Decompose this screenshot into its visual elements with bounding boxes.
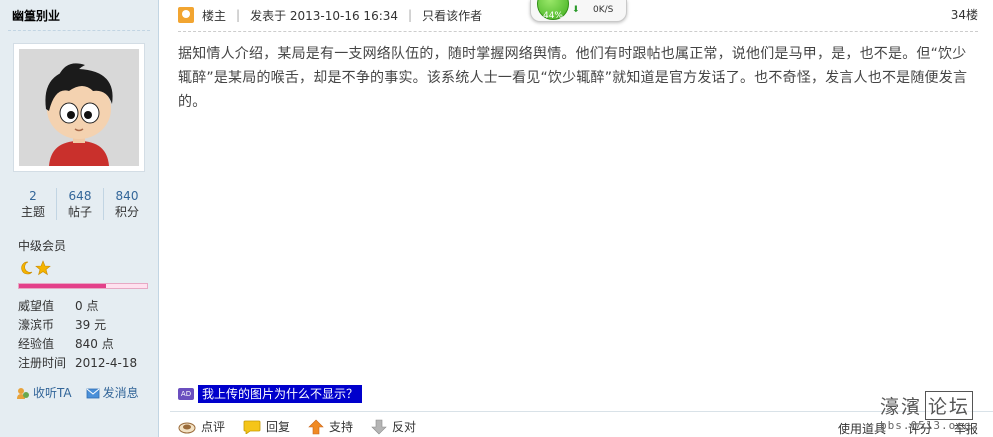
- down-arrow-icon: [371, 419, 387, 434]
- message-label: 发消息: [102, 386, 139, 400]
- info-key: 经验值: [18, 337, 55, 351]
- stat-posts[interactable]: 648 帖子: [57, 188, 104, 220]
- oppose-label: 反对: [392, 420, 417, 434]
- stat-topics-value: 2: [29, 189, 37, 203]
- floor-number[interactable]: 34楼: [951, 5, 978, 25]
- watermark-url: bbs.0513.org: [880, 419, 972, 432]
- avatar[interactable]: [13, 43, 145, 172]
- follow-icon: [17, 387, 29, 399]
- network-monitor-widget[interactable]: 44% ⬇ 0K/S: [530, 0, 627, 22]
- info-row: 威望值 0 点: [18, 297, 137, 316]
- author-sidebar: 幽篁别业 2 主题 648 帖子 840 积分 中级会员 威望值 0 点 濠滨币…: [0, 0, 159, 437]
- avatar-image: [19, 49, 139, 166]
- download-arrow-icon: ⬇: [572, 5, 580, 15]
- watermark-boxed: 论坛: [925, 391, 974, 420]
- divider: [8, 30, 150, 31]
- stat-posts-label: 帖子: [67, 205, 92, 219]
- watermark-main: 濠濱: [880, 396, 923, 418]
- info-value: 0 点: [75, 299, 99, 313]
- forum-watermark: 濠濱 论坛 bbs.0513.org: [880, 391, 988, 432]
- support-button[interactable]: 支持: [308, 418, 353, 435]
- role-label: 楼主: [202, 8, 227, 23]
- star-icon: [35, 260, 51, 276]
- moon-icon: [21, 261, 33, 275]
- stat-topics[interactable]: 2 主题: [10, 188, 57, 220]
- stat-topics-label: 主题: [20, 205, 45, 219]
- download-speed: 0K/S: [593, 5, 614, 15]
- info-value: 2012-4-18: [75, 356, 138, 370]
- info-row: 濠滨币 39 元: [18, 316, 137, 335]
- reply-icon: [243, 420, 261, 434]
- support-label: 支持: [329, 420, 354, 434]
- divider: [178, 31, 978, 32]
- ad-line: AD 我上传的图片为什么不显示？: [178, 385, 363, 403]
- reply-button[interactable]: 回复: [243, 418, 290, 435]
- info-key: 注册时间: [18, 356, 67, 370]
- stat-points-value: 840: [115, 189, 139, 203]
- stat-points[interactable]: 840 积分: [104, 188, 150, 220]
- info-value: 840 点: [75, 337, 114, 351]
- ad-link[interactable]: 我上传的图片为什么不显示？: [198, 385, 363, 403]
- envelope-icon: [86, 388, 100, 398]
- up-arrow-icon: [308, 419, 324, 434]
- author-only-link[interactable]: 只看该作者: [422, 7, 482, 24]
- use-item-link[interactable]: 使用道具: [838, 420, 886, 437]
- usage-percent: 44%: [542, 11, 563, 21]
- divider: [170, 411, 993, 412]
- ad-badge-icon: AD: [178, 388, 194, 400]
- level-progress-bar: [18, 283, 148, 289]
- follow-link[interactable]: 收听TA: [16, 384, 72, 401]
- author-info: 威望值 0 点 濠滨币 39 元 经验值 840 点 注册时间 2012-4-1…: [18, 297, 137, 373]
- info-value: 39 元: [75, 318, 107, 332]
- separator: |: [236, 8, 241, 22]
- comment-button[interactable]: 点评: [178, 418, 225, 435]
- stat-points-label: 积分: [114, 205, 139, 219]
- oppose-button[interactable]: 反对: [371, 418, 416, 435]
- level-progress-fill: [19, 284, 107, 288]
- author-badge-icon: [178, 7, 194, 23]
- info-row: 经验值 840 点: [18, 335, 137, 354]
- comment-icon: [178, 422, 196, 433]
- reply-label: 回复: [266, 420, 291, 434]
- author-name[interactable]: 幽篁别业: [12, 7, 60, 24]
- info-row: 注册时间 2012-4-18: [18, 354, 137, 373]
- info-key: 濠滨币: [18, 318, 55, 332]
- watermark-title: 濠濱 论坛: [880, 391, 988, 420]
- author-actions: 收听TA 发消息: [16, 384, 139, 401]
- author-stats: 2 主题 648 帖子 840 积分: [10, 188, 150, 220]
- message-link[interactable]: 发消息: [86, 384, 139, 401]
- rank-icons: [18, 260, 51, 276]
- follow-label: 收听TA: [33, 386, 72, 400]
- member-rank: 中级会员: [18, 239, 67, 253]
- post-content: 据知情人介绍，某局是有一支网络队伍的，随时掌握网络舆情。他们有时跟帖也属正常，说…: [178, 46, 968, 110]
- post-timestamp: 发表于 2013-10-16 16:34: [250, 8, 399, 23]
- post-actions: 点评 回复 支持 反对: [178, 418, 416, 435]
- separator: |: [408, 8, 413, 22]
- cartoon-boy-icon: [19, 49, 139, 166]
- stat-posts-value: 648: [68, 189, 92, 203]
- comment-label: 点评: [201, 420, 226, 434]
- info-key: 威望值: [18, 299, 55, 313]
